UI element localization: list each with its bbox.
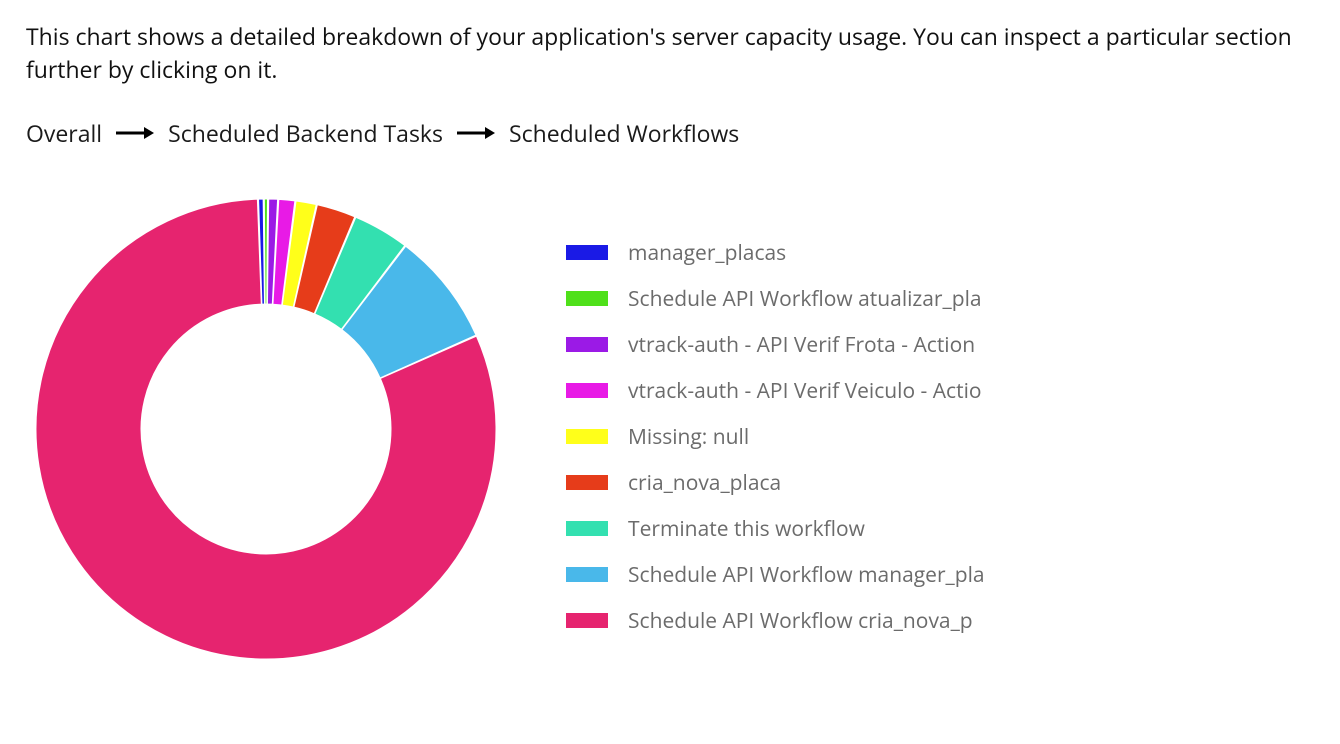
legend-item[interactable]: Schedule API Workflow manager_pla [566,561,996,589]
legend-swatch [566,429,608,444]
legend-swatch [566,475,608,490]
chart-area: manager_placas Schedule API Workflow atua… [26,189,1314,669]
breadcrumb: Overall Scheduled Backend Tasks Schedule… [26,117,1314,149]
legend-label: Schedule API Workflow cria_nova_p [628,607,973,635]
legend-item[interactable]: Terminate this workflow [566,515,996,543]
legend-label: Schedule API Workflow atualizar_pla [628,285,982,313]
legend-label: Schedule API Workflow manager_pla [628,561,985,589]
legend-swatch [566,291,608,306]
legend-label: vtrack-auth - API Verif Veiculo - Actio [628,377,982,405]
legend-swatch [566,613,608,628]
legend-swatch [566,383,608,398]
legend-swatch [566,567,608,582]
legend-label: manager_placas [628,239,786,267]
legend-item[interactable]: vtrack-auth - API Verif Veiculo - Actio [566,377,996,405]
legend-label: Missing: null [628,423,749,451]
breadcrumb-item-backend-tasks[interactable]: Scheduled Backend Tasks [168,117,443,149]
legend-label: Terminate this workflow [628,515,865,543]
legend-item[interactable]: Schedule API Workflow atualizar_pla [566,285,996,313]
legend: manager_placas Schedule API Workflow atua… [566,239,996,635]
legend-item[interactable]: vtrack-auth - API Verif Frota - Action [566,331,996,359]
arrow-right-icon [457,126,495,140]
legend-label: vtrack-auth - API Verif Frota - Action [628,331,975,359]
legend-item[interactable]: Schedule API Workflow cria_nova_p [566,607,996,635]
arrow-right-icon [116,126,154,140]
breadcrumb-item-overall[interactable]: Overall [26,117,102,149]
breadcrumb-item-scheduled-workflows[interactable]: Scheduled Workflows [509,117,739,149]
legend-swatch [566,337,608,352]
legend-swatch [566,521,608,536]
legend-item[interactable]: manager_placas [566,239,996,267]
legend-item[interactable]: cria_nova_placa [566,469,996,497]
legend-swatch [566,245,608,260]
legend-label: cria_nova_placa [628,469,781,497]
donut-chart[interactable] [26,189,506,669]
chart-description: This chart shows a detailed breakdown of… [26,20,1314,87]
legend-item[interactable]: Missing: null [566,423,996,451]
donut-slice[interactable] [264,199,267,304]
